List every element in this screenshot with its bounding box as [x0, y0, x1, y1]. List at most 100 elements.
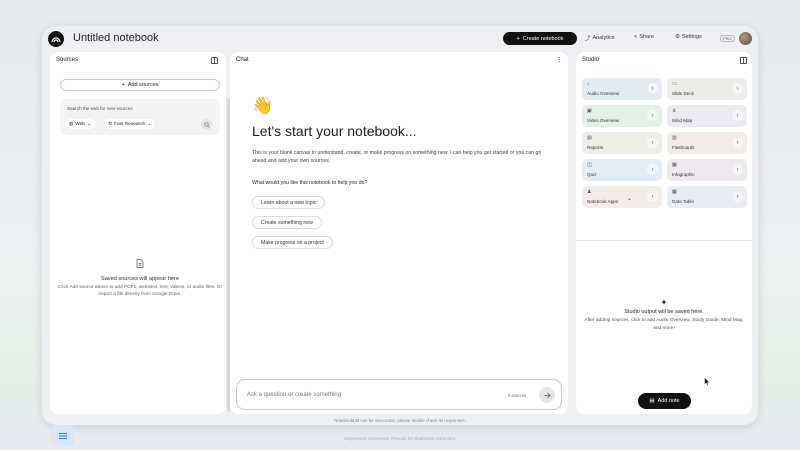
share-button[interactable]: < Share [634, 34, 654, 40]
magic-wand-icon: ✦ [660, 298, 668, 307]
studio-empty-state: ✦ Studio output will be saved here. Afte… [582, 298, 746, 332]
add-sources-button[interactable]: + Add sources [60, 79, 220, 91]
footer-note: Sequences shortened. Results for illustr… [343, 436, 457, 441]
chevron-right-icon[interactable]: › [732, 110, 743, 121]
studio-card-label: Quiz [587, 172, 597, 177]
document-icon [136, 259, 144, 268]
share-label: Share [639, 34, 654, 40]
avatar[interactable] [739, 32, 752, 45]
analytics-button[interactable]: ⤴ Analytics [585, 34, 615, 42]
chevron-right-icon[interactable]: › [647, 164, 658, 175]
web-chip-label: Web [75, 121, 85, 127]
chat-intro: This is your blank canvas to understand,… [252, 150, 542, 165]
chevron-right-icon[interactable]: › [732, 137, 743, 148]
chevron-right-icon[interactable]: › [647, 191, 658, 202]
studio-card-slide-deck[interactable]: ▭ Slide Deck › [667, 78, 747, 100]
sources-panel: Sources + Add sources Search the web for… [50, 52, 230, 447]
gear-icon: ⚙ [675, 34, 680, 40]
research-chip-label: Fast Research [114, 121, 146, 127]
studio-card-label: Flashcards [672, 145, 695, 150]
mindmap-icon: ⋔ [672, 108, 677, 114]
app-window: Untitled notebook + Create notebook ⤴ An… [42, 26, 758, 447]
pro-badge: PRO [720, 35, 735, 42]
suggestion-learn[interactable]: Learn about a new topic [252, 196, 326, 209]
notebooklm-logo-icon[interactable] [48, 31, 64, 47]
chevron-right-icon[interactable]: › [647, 137, 658, 148]
studio-card-label: Video Overview [587, 118, 620, 123]
reports-icon: ▤ [587, 135, 592, 141]
studio-card-label: Infographic [672, 172, 695, 177]
studio-card-flashcards[interactable]: ▥ Flashcards › [667, 132, 747, 154]
suggestion-progress[interactable]: Make progress on a project [252, 236, 333, 249]
chevron-down-icon: ⌄ [86, 121, 91, 127]
studio-card-mind-map[interactable]: ⋔ Mind Map › [667, 105, 747, 127]
sources-empty-desc: Click Add source above to add PDFs, webs… [57, 285, 223, 298]
sources-empty-title: Saved sources will appear here [100, 276, 180, 282]
research-mode-dropdown[interactable]: ⟲ Fast Research ⌄ [104, 119, 156, 129]
web-search-input[interactable]: Search the web for new sources [67, 106, 133, 111]
chevron-right-icon[interactable]: › [647, 83, 658, 94]
studio-card-label: Mind Map [672, 118, 693, 123]
plus-icon: + [516, 35, 520, 42]
send-button[interactable] [539, 387, 555, 403]
chevron-right-icon[interactable]: › [732, 83, 743, 94]
sources-title: Sources [56, 57, 79, 63]
audio-icon: ♪ [587, 81, 590, 87]
share-icon: < [634, 34, 638, 40]
chevron-down-icon: ⌄ [147, 121, 152, 127]
studio-card-label: Data Table [672, 199, 694, 204]
add-note-button[interactable]: ▤ Add note [638, 393, 691, 409]
collapse-panel-icon[interactable] [740, 57, 747, 64]
chat-input[interactable]: Ask a question or create something [247, 392, 341, 398]
top-bar: Untitled notebook + Create notebook ⤴ An… [42, 26, 758, 52]
source-count: 0 sources [508, 393, 527, 398]
infographic-icon: ▦ [672, 162, 677, 168]
web-source-dropdown[interactable]: ◍ Web ⌄ [65, 119, 95, 129]
chat-question: What would you like this notebook to hel… [252, 180, 368, 186]
search-submit-button[interactable] [201, 119, 212, 130]
studio-card-label: Reports [587, 145, 604, 150]
sources-empty-state: Saved sources will appear here Click Add… [56, 255, 224, 299]
quiz-icon: ◫ [587, 162, 592, 168]
create-notebook-label: Create notebook [522, 35, 564, 42]
flashcards-icon: ▥ [672, 135, 677, 141]
create-notebook-button[interactable]: + Create notebook [503, 32, 577, 45]
settings-button[interactable]: ⚙ Settings [675, 34, 702, 40]
studio-empty-desc: After adding sources, click to add Audio… [584, 318, 744, 331]
note-icon: ▤ [649, 398, 655, 404]
collapse-panel-icon[interactable] [211, 57, 218, 64]
search-icon [203, 121, 210, 128]
studio-card-label: Slide Deck [672, 91, 694, 96]
research-icon: ⟲ [108, 121, 113, 127]
slides-icon: ▭ [672, 81, 677, 87]
studio-card-data-table[interactable]: ▦ Data Table › [667, 186, 747, 208]
chevron-right-icon[interactable]: › [647, 110, 658, 121]
chat-heading: Let's start your notebook... [252, 123, 417, 139]
chat-title: Chat [236, 57, 249, 63]
chat-panel: Chat ⋮ 👋 Let's start your notebook... Th… [230, 52, 568, 414]
disclaimer: NotebookLM can be inaccurate; please dou… [334, 418, 466, 423]
chevron-down-icon[interactable]: ⌄ [627, 195, 632, 202]
studio-card-notebook-apps[interactable]: ♟ Notebook Apps › ⌄ [582, 186, 662, 208]
studio-card-quiz[interactable]: ◫ Quiz › [582, 159, 662, 181]
suggestion-create[interactable]: Create something new [252, 216, 322, 229]
studio-card-audio-overview[interactable]: ♪ Audio Overview › [582, 78, 662, 100]
web-search-box[interactable]: Search the web for new sources ◍ Web ⌄ ⟲… [60, 99, 220, 135]
studio-card-label: Notebook Apps [587, 199, 619, 204]
studio-empty-title: Studio output will be saved here. [624, 309, 704, 315]
studio-card-label: Audio Overview [587, 91, 620, 96]
more-options-icon[interactable]: ⋮ [556, 56, 563, 64]
video-icon: ▣ [587, 108, 592, 114]
wave-hand-icon: 👋 [252, 96, 274, 115]
studio-card-reports[interactable]: ▤ Reports › [582, 132, 662, 154]
notebook-title[interactable]: Untitled notebook [73, 32, 159, 44]
add-note-label: Add note [657, 398, 680, 404]
globe-icon: ◍ [69, 121, 74, 127]
chat-input-box[interactable]: Ask a question or create something 0 sou… [236, 379, 562, 410]
add-sources-label: Add sources [127, 82, 159, 88]
settings-label: Settings [681, 34, 702, 40]
chevron-right-icon[interactable]: › [732, 164, 743, 175]
studio-card-video-overview[interactable]: ▣ Video Overview › [582, 105, 662, 127]
chevron-right-icon[interactable]: › [732, 191, 743, 202]
studio-card-infographic[interactable]: ▦ Infographic › [667, 159, 747, 181]
